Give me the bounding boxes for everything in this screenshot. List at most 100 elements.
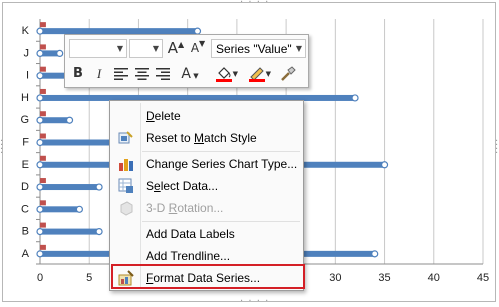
format-painter-icon bbox=[281, 66, 296, 81]
selection-handle bbox=[95, 227, 103, 236]
bar bbox=[40, 200, 46, 206]
selection-handle bbox=[36, 183, 44, 191]
chevron-down-icon: ▼ bbox=[116, 44, 123, 53]
menu-item-label: Reset to Match Style bbox=[146, 131, 257, 145]
align-left-button[interactable] bbox=[111, 64, 131, 84]
shrink-font-button[interactable]: A▼ bbox=[188, 38, 208, 58]
menu-item-3d-rotation: 3-D Rotation... bbox=[112, 197, 301, 219]
bar bbox=[40, 22, 46, 28]
bar bbox=[40, 66, 46, 72]
menu-item-select-data[interactable]: Select Data... bbox=[112, 175, 301, 197]
bar bbox=[40, 111, 46, 117]
y-tick-label: F bbox=[22, 137, 29, 149]
bold-button[interactable]: B bbox=[68, 64, 88, 84]
selection-handle bbox=[36, 49, 44, 58]
selection-handle bbox=[351, 94, 359, 102]
y-tick-label: C bbox=[21, 203, 29, 215]
context-menu: Delete Reset to Match Style Change Serie… bbox=[109, 100, 304, 291]
menu-item-label: Select Data... bbox=[146, 179, 219, 193]
align-center-button[interactable] bbox=[132, 64, 152, 84]
menu-item-delete[interactable]: Delete bbox=[112, 105, 301, 127]
align-left-icon bbox=[114, 68, 128, 80]
selection-handle bbox=[36, 161, 44, 169]
bar bbox=[40, 244, 46, 250]
selection-handle bbox=[75, 205, 83, 213]
chevron-down-icon: ▼ bbox=[232, 70, 238, 78]
reset-style-icon bbox=[118, 131, 133, 144]
chart-element-selector-value: Series "Value" bbox=[216, 42, 292, 56]
align-right-button[interactable] bbox=[153, 64, 173, 84]
x-tick-label: 35 bbox=[378, 272, 390, 284]
y-tick-label: H bbox=[21, 92, 29, 104]
selection-handle bbox=[65, 116, 74, 124]
x-tick-label: 45 bbox=[477, 272, 489, 284]
y-tick-label: A bbox=[22, 248, 30, 260]
selection-handle bbox=[380, 161, 389, 169]
x-tick-label: 5 bbox=[86, 272, 92, 284]
menu-separator bbox=[142, 151, 300, 152]
shrink-font-icon: A bbox=[190, 41, 200, 55]
align-right-icon bbox=[156, 68, 170, 80]
grow-font-button[interactable]: A▲ bbox=[166, 38, 186, 58]
bar bbox=[40, 155, 46, 161]
shape-outline-button[interactable]: ▼ bbox=[242, 64, 272, 84]
format-painter-button[interactable] bbox=[277, 64, 297, 84]
chevron-down-icon: ▼ bbox=[265, 70, 271, 78]
selection-handle bbox=[371, 250, 379, 258]
menu-separator bbox=[142, 221, 300, 222]
shape-fill-button[interactable]: ▼ bbox=[209, 64, 239, 84]
y-tick-label: K bbox=[22, 25, 30, 37]
menu-item-label: Change Series Chart Type... bbox=[146, 157, 298, 171]
menu-item-label: 3-D Rotation... bbox=[146, 201, 224, 215]
chevron-down-icon: ▼ bbox=[152, 44, 159, 53]
y-tick-label: B bbox=[22, 226, 29, 238]
paint-bucket-icon bbox=[216, 67, 232, 82]
highlight-annotation bbox=[111, 264, 305, 289]
bar bbox=[40, 222, 46, 228]
align-center-icon bbox=[135, 68, 149, 80]
selection-handle bbox=[95, 183, 103, 191]
rotation-icon bbox=[120, 201, 133, 216]
bar bbox=[40, 133, 46, 139]
menu-item-reset-to-match-style[interactable]: Reset to Match Style bbox=[112, 127, 301, 149]
menu-item-label: Add Trendline... bbox=[146, 249, 231, 263]
font-size-dropdown[interactable]: ▼ bbox=[129, 39, 163, 58]
y-tick-label: I bbox=[26, 70, 29, 82]
x-tick-label: 0 bbox=[37, 272, 43, 284]
menu-item-change-series-chart-type[interactable]: Change Series Chart Type... bbox=[112, 153, 301, 175]
y-tick-label: G bbox=[20, 114, 29, 126]
selection-handle bbox=[36, 94, 44, 102]
chevron-down-icon: ▼ bbox=[295, 44, 302, 53]
selection-handle bbox=[56, 49, 64, 58]
italic-button[interactable]: I bbox=[89, 64, 109, 84]
bar bbox=[40, 184, 100, 191]
bar bbox=[40, 206, 80, 213]
chart-element-selector[interactable]: Series "Value" ▼ bbox=[211, 39, 306, 58]
y-tick-label: J bbox=[24, 47, 30, 59]
x-tick-label: 30 bbox=[329, 272, 341, 284]
selection-handle bbox=[36, 27, 44, 35]
menu-item-add-data-labels[interactable]: Add Data Labels bbox=[112, 223, 301, 245]
font-name-dropdown[interactable]: ▼ bbox=[69, 39, 127, 58]
menu-item-label: Delete bbox=[146, 109, 181, 123]
selection-handle bbox=[36, 250, 44, 258]
bar bbox=[40, 44, 46, 50]
bar bbox=[40, 88, 46, 94]
select-data-icon bbox=[118, 178, 133, 193]
pencil-icon bbox=[249, 67, 265, 82]
mini-toolbar: ▼ ▼ A▲ A▼ Series "Value" ▼ B I A ▼ ▼ ▼ bbox=[64, 34, 309, 88]
chevron-down-icon: ▼ bbox=[190, 72, 199, 80]
selection-handle bbox=[36, 227, 44, 236]
x-tick-label: 40 bbox=[428, 272, 440, 284]
bar bbox=[40, 117, 70, 124]
chart-type-icon bbox=[119, 159, 133, 171]
bar bbox=[40, 228, 100, 235]
bar bbox=[40, 178, 46, 184]
selection-handle bbox=[36, 72, 44, 80]
y-tick-label: D bbox=[21, 181, 29, 193]
y-tick-label: E bbox=[22, 159, 29, 171]
menu-item-label: Add Data Labels bbox=[146, 227, 235, 241]
selection-handle bbox=[36, 138, 44, 147]
font-color-button[interactable]: A ▼ bbox=[177, 64, 203, 84]
bold-label: B bbox=[73, 66, 83, 81]
